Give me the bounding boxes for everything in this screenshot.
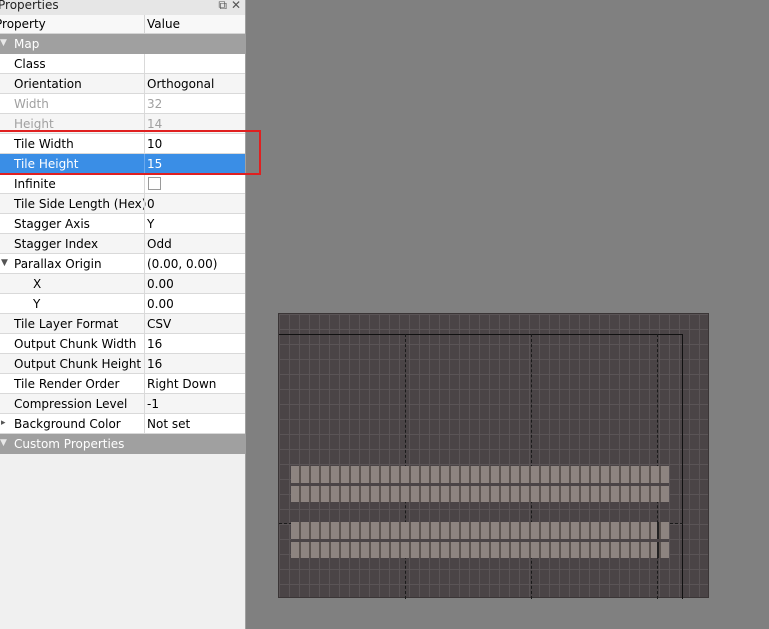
prop-key: Y [33,297,41,311]
prop-row-compression-level[interactable]: Compression Level -1 [0,394,245,414]
map-canvas[interactable] [278,313,709,599]
prop-key: Width [14,97,49,111]
expand-arrow-icon[interactable]: ▼ [0,38,7,48]
prop-row-stagger-axis[interactable]: Stagger Axis Y [0,214,245,234]
prop-row-parallax-x[interactable]: X 0.00 [0,274,245,294]
stone-wall-tiles [291,466,669,502]
prop-key: Tile Side Length (Hex) [14,197,147,211]
highlight-annotation-box [0,130,261,175]
prop-value[interactable]: (0.00, 0.00) [147,257,217,271]
infinite-checkbox[interactable] [148,177,161,190]
prop-key: Output Chunk Height [14,357,142,371]
prop-row-width: Width 32 [0,94,245,114]
prop-value: 32 [147,97,163,111]
prop-key: Parallax Origin [14,257,102,271]
prop-value[interactable]: 16 [147,337,162,351]
prop-key: Compression Level [14,397,128,411]
prop-row-tile-render-order[interactable]: Tile Render Order Right Down [0,374,245,394]
prop-value[interactable]: -1 [147,397,159,411]
prop-key: X [33,277,42,291]
group-label: Custom Properties [14,437,125,451]
group-custom-properties[interactable]: ▼ Custom Properties [0,434,245,454]
prop-row-output-chunk-width[interactable]: Output Chunk Width 16 [0,334,245,354]
prop-row-tile-layer-format[interactable]: Tile Layer Format CSV [0,314,245,334]
expand-arrow-icon[interactable]: ▼ [0,438,7,448]
group-map[interactable]: ▼ Map [0,34,245,54]
prop-key: Stagger Index [14,237,99,251]
prop-value[interactable]: CSV [147,317,171,331]
column-header: Property Value [0,15,245,34]
prop-key: Class [14,57,46,71]
prop-row-infinite[interactable]: Infinite [0,174,245,194]
prop-value: 14 [147,117,163,131]
close-icon[interactable]: ✕ [231,0,241,13]
header-property[interactable]: Property [0,17,46,31]
prop-value[interactable]: 16 [147,357,162,371]
prop-row-stagger-index[interactable]: Stagger Index Odd [0,234,245,254]
group-label: Map [14,37,40,51]
prop-value[interactable]: Y [147,217,154,231]
prop-value[interactable]: Orthogonal [147,77,214,91]
panel-titlebar: Properties ⧉ ✕ [0,0,245,15]
prop-row-background-color[interactable]: ▸ Background Color Not set [0,414,245,434]
properties-panel: Properties ⧉ ✕ Property Value ▼ Map Clas… [0,0,246,629]
prop-key: Background Color [14,417,121,431]
prop-row-orientation[interactable]: Orientation Orthogonal [0,74,245,94]
prop-row-parallax-origin[interactable]: ▼ Parallax Origin (0.00, 0.00) [0,254,245,274]
prop-key: Tile Layer Format [14,317,119,331]
restore-icon[interactable]: ⧉ [218,0,227,13]
prop-value[interactable]: Right Down [147,377,216,391]
prop-key: Tile Render Order [14,377,120,391]
prop-key: Height [14,117,54,131]
prop-value[interactable]: 0 [147,197,155,211]
prop-value[interactable]: Not set [147,417,190,431]
prop-row-tile-side-length[interactable]: Tile Side Length (Hex) 0 [0,194,245,214]
prop-value[interactable]: 0.00 [147,277,174,291]
header-value[interactable]: Value [147,17,180,31]
prop-key: Orientation [14,77,82,91]
prop-row-parallax-y[interactable]: Y 0.00 [0,294,245,314]
expand-arrow-icon[interactable]: ▼ [1,258,8,268]
prop-key: Output Chunk Width [14,337,137,351]
prop-row-output-chunk-height[interactable]: Output Chunk Height 16 [0,354,245,374]
stone-wall-tiles [291,522,669,558]
prop-row-class[interactable]: Class [0,54,245,74]
prop-key: Infinite [14,177,56,191]
prop-value[interactable]: 0.00 [147,297,174,311]
prop-value[interactable]: Odd [147,237,172,251]
prop-key: Stagger Axis [14,217,90,231]
collapsed-arrow-icon[interactable]: ▸ [1,418,6,428]
panel-title: Properties [0,0,59,12]
